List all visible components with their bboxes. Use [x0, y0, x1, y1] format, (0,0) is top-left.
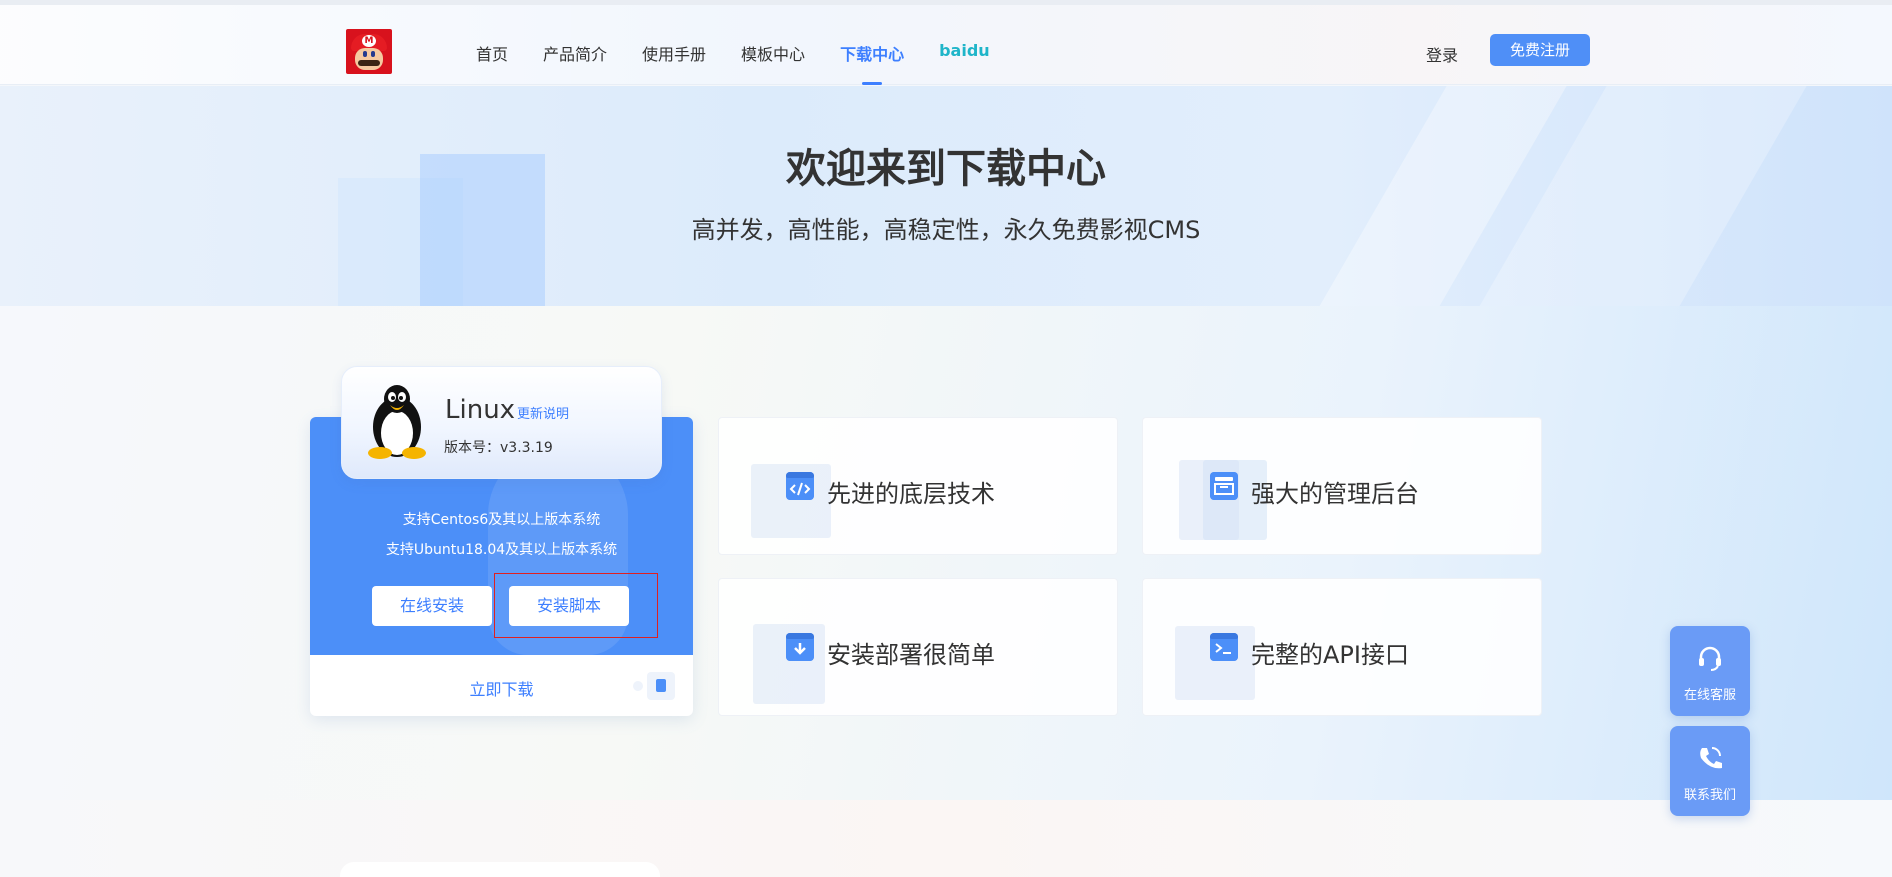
clipboard-button[interactable]: [633, 672, 675, 700]
logo-mustache: [358, 60, 380, 66]
os-name: Linux: [445, 395, 516, 425]
feature-label: 完整的API接口: [1251, 641, 1409, 669]
feature-label: 强大的管理后台: [1251, 480, 1419, 508]
online-service-button[interactable]: 在线客服: [1670, 626, 1750, 716]
terminal-icon: [1210, 633, 1238, 661]
contact-us-button[interactable]: 联系我们: [1670, 726, 1750, 816]
next-card-peek: [340, 862, 660, 877]
page-title: 欢迎来到下载中心: [786, 146, 1106, 192]
site-logo[interactable]: M: [346, 29, 392, 74]
release-notes-link[interactable]: 更新说明: [517, 403, 569, 422]
support-centos-text: 支持Centos6及其以上版本系统: [402, 512, 601, 528]
linux-download-card: 支持Centos6及其以上版本系统 支持Ubuntu18.04及其以上版本系统 …: [310, 366, 693, 716]
os-header-panel: Linux 更新说明 版本号：v3.3.19: [341, 366, 662, 479]
feature-label: 安装部署很简单: [827, 641, 995, 669]
online-service-label: 在线客服: [1683, 688, 1736, 703]
nav-product-intro[interactable]: 产品简介: [543, 41, 607, 65]
nav-manual[interactable]: 使用手册: [642, 41, 706, 65]
support-ubuntu-text: 支持Ubuntu18.04及其以上版本系统: [385, 542, 618, 558]
nav-baidu[interactable]: baidu: [939, 41, 990, 65]
version-label: 版本号：v3.3.19: [444, 440, 553, 456]
online-install-button[interactable]: 在线安装: [372, 586, 492, 626]
highlight-box: [494, 573, 658, 638]
login-link[interactable]: 登录: [1426, 42, 1458, 66]
nav-templates[interactable]: 模板中心: [741, 41, 805, 65]
headset-icon: [1699, 646, 1721, 671]
feature-card-tech: 先进的底层技术: [718, 417, 1118, 555]
code-icon: [786, 472, 814, 500]
linux-tux-icon: [368, 385, 426, 459]
site-header: M 首页 产品简介 使用手册 模板中心 下载中心 baidu 登录 免费注册: [0, 5, 1892, 85]
feature-card-install: 安装部署很简单: [718, 578, 1118, 716]
hero-banner: 欢迎来到下载中心 高并发，高性能，高稳定性，永久免费影视CMS: [0, 86, 1892, 306]
logo-eye: [371, 51, 375, 57]
bottom-section: [0, 800, 1892, 877]
register-button[interactable]: 免费注册: [1490, 34, 1590, 66]
logo-m-mark: M: [362, 35, 376, 47]
nav-download-center[interactable]: 下载中心: [840, 41, 904, 65]
main-nav: 首页 产品简介 使用手册 模板中心 下载中心 baidu: [476, 41, 1025, 65]
contact-us-label: 联系我们: [1683, 788, 1736, 803]
page-subtitle: 高并发，高性能，高稳定性，永久免费影视CMS: [691, 216, 1201, 244]
inbox-icon: [1210, 472, 1238, 500]
feature-label: 先进的底层技术: [827, 480, 995, 508]
clipboard-icon: [656, 679, 666, 692]
clipboard-decor: [633, 681, 643, 691]
nav-home[interactable]: 首页: [476, 41, 508, 65]
download-box-icon: [786, 633, 814, 661]
logo-eye: [363, 51, 367, 57]
feature-card-api: 完整的API接口: [1142, 578, 1542, 716]
phone-icon: [1700, 747, 1722, 769]
feature-card-admin: 强大的管理后台: [1142, 417, 1542, 555]
logo-face: [355, 48, 383, 70]
